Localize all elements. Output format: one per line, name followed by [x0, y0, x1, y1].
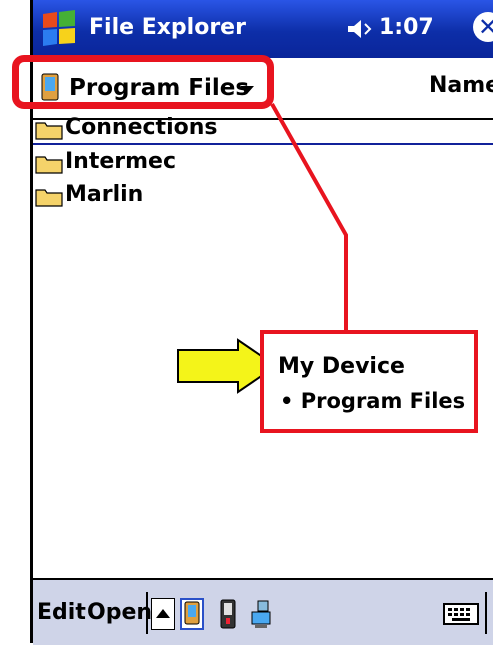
annotation-callout: My Device • Program Files: [260, 330, 478, 433]
divider: [146, 592, 148, 634]
file-explorer-window: File Explorer 1:07 ✕ Program Files Name …: [0, 0, 493, 645]
edit-menu[interactable]: Edit: [37, 600, 86, 625]
pocket-pc-icon[interactable]: [180, 598, 204, 630]
annotation-connector: [177, 103, 348, 394]
menu-bar: Edit Open: [33, 578, 493, 645]
menu-item-program-files[interactable]: • Program Files: [280, 389, 465, 413]
open-menu[interactable]: Open: [87, 600, 152, 625]
keyboard-icon[interactable]: [443, 602, 479, 626]
storage-card-icon[interactable]: [216, 598, 240, 630]
divider: [485, 592, 487, 634]
network-icon[interactable]: [249, 598, 273, 630]
up-arrow-icon[interactable]: [151, 598, 175, 630]
menu-item-my-device[interactable]: My Device: [278, 354, 405, 379]
